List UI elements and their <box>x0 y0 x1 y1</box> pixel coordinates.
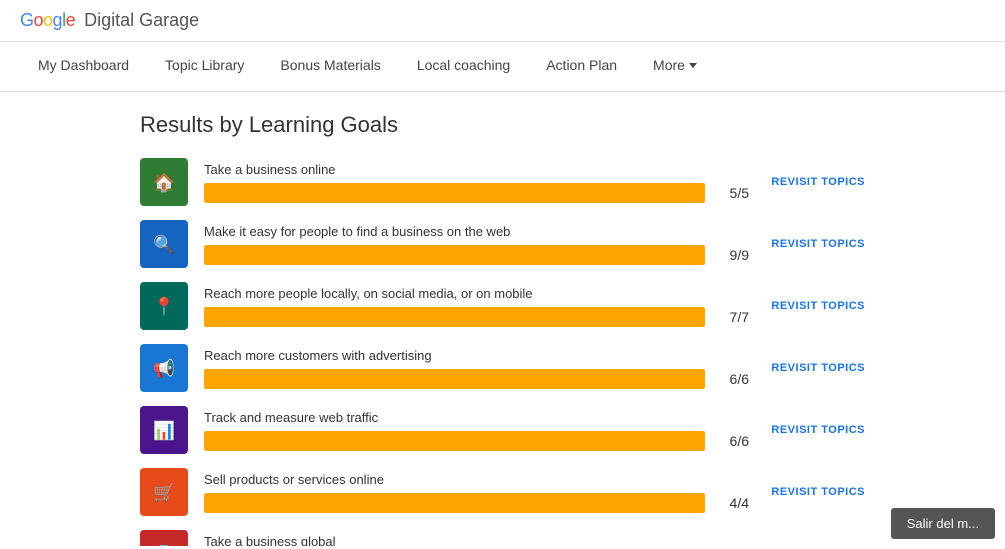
progress-bar-bg <box>204 183 705 203</box>
chevron-down-icon <box>689 63 697 68</box>
revisit-topics-button[interactable]: REVISIT TOPICS <box>765 486 865 498</box>
goal-icon: 🏠 <box>140 158 188 206</box>
svg-text:📊: 📊 <box>153 420 175 440</box>
revisit-topics-button[interactable]: REVISIT TOPICS <box>765 362 865 374</box>
goal-row: 🏠 Take a business online 5/5 REVISIT TOP… <box>140 158 865 206</box>
goal-label: Reach more people locally, on social med… <box>204 286 749 301</box>
page-title: Results by Learning Goals <box>140 112 865 138</box>
progress-count: 6/6 <box>717 433 749 449</box>
main-content: Results by Learning Goals 🏠 Take a busin… <box>0 92 1005 546</box>
progress-row: 9/9 <box>204 245 749 265</box>
progress-bar-fill <box>204 431 705 451</box>
progress-bar-fill <box>204 369 705 389</box>
progress-row: 5/5 <box>204 183 749 203</box>
progress-count: 7/7 <box>717 309 749 325</box>
goal-icon: 📊 <box>140 406 188 454</box>
progress-row: 6/6 <box>204 369 749 389</box>
top-bar: Google Digital Garage <box>0 0 1005 42</box>
goal-row: 📍 Reach more people locally, on social m… <box>140 282 865 330</box>
goal-row: 📊 Track and measure web traffic 6/6 REVI… <box>140 406 865 454</box>
nav-bar: My Dashboard Topic Library Bonus Materia… <box>0 42 1005 92</box>
goal-label: Take a business global <box>204 534 749 547</box>
progress-count: 9/9 <box>717 247 749 263</box>
progress-row: 6/6 <box>204 431 749 451</box>
progress-bar-bg <box>204 369 705 389</box>
salir-button[interactable]: Salir del m... <box>891 508 995 539</box>
progress-bar-fill <box>204 183 705 203</box>
nav-my-dashboard[interactable]: My Dashboard <box>20 42 147 92</box>
progress-bar-bg <box>204 245 705 265</box>
goal-icon: 🔍 <box>140 220 188 268</box>
goal-icon: 📢 <box>140 344 188 392</box>
goal-row: 🌍 Take a business global 3/3 REVISIT TOP… <box>140 530 865 546</box>
revisit-topics-button[interactable]: REVISIT TOPICS <box>765 300 865 312</box>
goal-row: 📢 Reach more customers with advertising … <box>140 344 865 392</box>
goal-icon: 📍 <box>140 282 188 330</box>
digital-garage-logo: Digital Garage <box>79 10 199 31</box>
svg-text:🌍: 🌍 <box>153 544 175 546</box>
goals-container: 🏠 Take a business online 5/5 REVISIT TOP… <box>140 158 865 546</box>
progress-bar-bg <box>204 493 705 513</box>
nav-topic-library[interactable]: Topic Library <box>147 42 262 92</box>
progress-bar-bg <box>204 307 705 327</box>
progress-count: 5/5 <box>717 185 749 201</box>
progress-bar-fill <box>204 245 705 265</box>
goal-label: Reach more customers with advertising <box>204 348 749 363</box>
goal-label: Make it easy for people to find a busine… <box>204 224 749 239</box>
progress-row: 4/4 <box>204 493 749 513</box>
svg-text:📍: 📍 <box>153 296 175 316</box>
google-logo: Google <box>20 10 75 31</box>
goal-content: Take a business global 3/3 <box>204 534 749 547</box>
revisit-topics-button[interactable]: REVISIT TOPICS <box>765 238 865 250</box>
goal-label: Sell products or services online <box>204 472 749 487</box>
nav-local-coaching[interactable]: Local coaching <box>399 42 528 92</box>
goal-icon: 🛒 <box>140 468 188 516</box>
goal-icon: 🌍 <box>140 530 188 546</box>
svg-text:🔍: 🔍 <box>153 232 175 254</box>
goal-content: Make it easy for people to find a busine… <box>204 224 749 265</box>
revisit-topics-button[interactable]: REVISIT TOPICS <box>765 424 865 436</box>
svg-text:🏠: 🏠 <box>153 172 175 192</box>
goal-label: Take a business online <box>204 162 749 177</box>
goal-content: Sell products or services online 4/4 <box>204 472 749 513</box>
progress-count: 4/4 <box>717 495 749 511</box>
progress-row: 7/7 <box>204 307 749 327</box>
goal-content: Take a business online 5/5 <box>204 162 749 203</box>
goal-content: Reach more people locally, on social med… <box>204 286 749 327</box>
logo-area: Google Digital Garage <box>20 10 199 31</box>
progress-bar-fill <box>204 493 705 513</box>
revisit-topics-button[interactable]: REVISIT TOPICS <box>765 176 865 188</box>
nav-more[interactable]: More <box>635 42 715 92</box>
svg-text:📢: 📢 <box>153 358 175 379</box>
progress-count: 6/6 <box>717 371 749 387</box>
svg-text:🛒: 🛒 <box>153 482 175 502</box>
goal-row: 🔍 Make it easy for people to find a busi… <box>140 220 865 268</box>
progress-bar-fill <box>204 307 705 327</box>
progress-bar-bg <box>204 431 705 451</box>
goal-label: Track and measure web traffic <box>204 410 749 425</box>
nav-action-plan[interactable]: Action Plan <box>528 42 635 92</box>
goal-content: Track and measure web traffic 6/6 <box>204 410 749 451</box>
goal-row: 🛒 Sell products or services online 4/4 R… <box>140 468 865 516</box>
goal-content: Reach more customers with advertising 6/… <box>204 348 749 389</box>
nav-bonus-materials[interactable]: Bonus Materials <box>262 42 398 92</box>
